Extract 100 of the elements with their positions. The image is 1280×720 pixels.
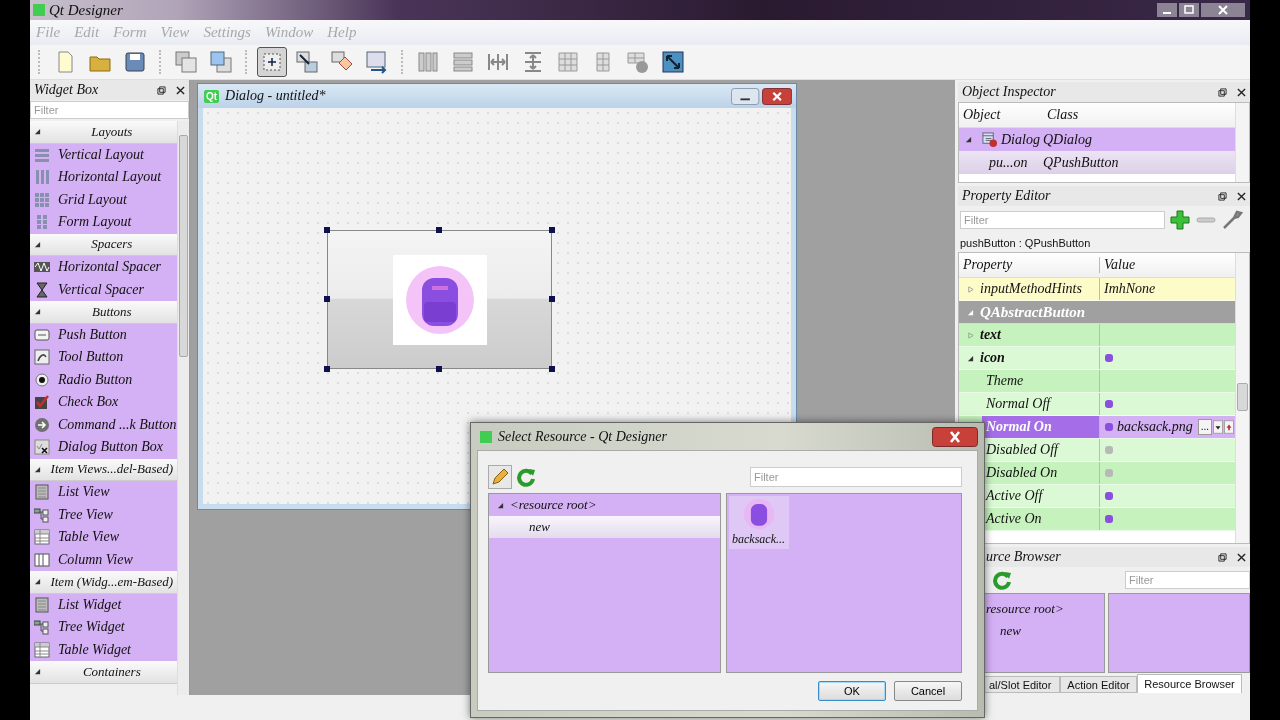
category-header[interactable]: Item Views...del-Based) bbox=[30, 458, 177, 481]
object-label: pushButton : QPushButton bbox=[959, 236, 1092, 251]
widget-item[interactable]: Column View bbox=[30, 548, 177, 571]
widget-item[interactable]: Table View bbox=[30, 526, 177, 549]
widget-item[interactable]: List Widget bbox=[30, 593, 177, 616]
property-row[interactable]: inputMethodHints ImhNone bbox=[959, 278, 1235, 301]
filter-field[interactable]: Filter bbox=[30, 101, 189, 119]
property-row[interactable]: Normal On backsack.png ... bbox=[959, 416, 1235, 439]
dialog-button[interactable]: Cancel bbox=[894, 681, 962, 701]
resource-thumbnail[interactable]: backsack... bbox=[728, 496, 789, 549]
column-header[interactable]: Property bbox=[959, 257, 1099, 273]
tab[interactable]: Resource Browser bbox=[1137, 674, 1242, 693]
float-icon[interactable] bbox=[157, 85, 166, 95]
widget-item[interactable]: Horizontal Layout bbox=[30, 166, 177, 189]
maximize-icon[interactable] bbox=[1179, 3, 1199, 17]
widget-item[interactable]: Horizontal Spacer bbox=[30, 256, 177, 279]
close-icon[interactable] bbox=[1237, 552, 1246, 562]
float-icon[interactable] bbox=[1218, 87, 1227, 97]
tool-button-icon bbox=[34, 349, 50, 366]
widget-item[interactable]: Tool Button bbox=[30, 346, 177, 369]
pencil-icon[interactable] bbox=[488, 465, 512, 489]
minimize-icon[interactable] bbox=[1157, 3, 1177, 17]
close-icon[interactable] bbox=[761, 87, 792, 105]
expand-triangle-icon[interactable] bbox=[34, 128, 41, 136]
checkbox-icon bbox=[34, 394, 50, 411]
expand-triangle-icon[interactable] bbox=[965, 136, 972, 143]
widget-item[interactable]: Form Layout bbox=[30, 211, 177, 234]
widget-item[interactable]: Radio Button bbox=[30, 368, 177, 391]
reload-icon[interactable] bbox=[992, 570, 1012, 590]
column-header[interactable]: Object bbox=[959, 107, 1043, 123]
tree-row[interactable]: Dialog QDialog bbox=[959, 128, 1235, 151]
expand-triangle-icon[interactable] bbox=[34, 465, 41, 473]
filter-field[interactable]: Filter bbox=[750, 467, 962, 487]
property-row[interactable]: text bbox=[959, 324, 1235, 347]
expand-triangle-icon[interactable] bbox=[34, 240, 41, 248]
widget-item[interactable]: Vertical Layout bbox=[30, 143, 177, 166]
category-header[interactable]: Containers bbox=[30, 661, 177, 684]
close-icon[interactable] bbox=[1237, 191, 1246, 201]
button-box-icon bbox=[34, 439, 50, 456]
plus-icon[interactable] bbox=[1169, 209, 1191, 231]
expand-triangle-icon[interactable] bbox=[34, 308, 41, 316]
widget-item[interactable]: Vertical Spacer bbox=[30, 278, 177, 301]
resize-handle[interactable] bbox=[549, 296, 555, 302]
expand-triangle-icon[interactable] bbox=[497, 501, 504, 509]
tab[interactable]: Action Editor bbox=[1060, 676, 1137, 693]
category-header[interactable]: Layouts bbox=[30, 121, 177, 144]
resize-handle[interactable] bbox=[324, 366, 330, 372]
push-button[interactable] bbox=[327, 230, 552, 369]
object-name: Dialog bbox=[1001, 131, 1040, 148]
widget-item[interactable]: Push Button bbox=[30, 323, 177, 346]
browse-button[interactable]: ... bbox=[1197, 419, 1212, 435]
class-name: QDialog bbox=[1043, 131, 1092, 148]
close-icon[interactable] bbox=[1237, 87, 1246, 97]
selection-square-icon[interactable] bbox=[257, 47, 287, 77]
property-row[interactable]: Theme bbox=[959, 370, 1235, 393]
expand-triangle-icon[interactable] bbox=[34, 578, 41, 586]
dialog-button[interactable]: OK bbox=[818, 681, 886, 701]
category-header[interactable]: Buttons bbox=[30, 301, 177, 324]
expand-triangle-icon[interactable] bbox=[967, 354, 974, 362]
tree-row[interactable]: pu...on QPushButton bbox=[959, 151, 1235, 174]
wrench-icon[interactable] bbox=[1221, 209, 1243, 231]
widget-item[interactable]: Command ...k Button bbox=[30, 413, 177, 436]
property-name: Normal On bbox=[982, 416, 1099, 438]
property-row[interactable]: icon bbox=[959, 347, 1235, 370]
vertical-bars-icon bbox=[34, 169, 50, 186]
tree-item[interactable]: new bbox=[1000, 620, 1104, 642]
resize-handle[interactable] bbox=[436, 227, 442, 233]
tree-item[interactable]: resource root> bbox=[986, 598, 1104, 620]
widget-item[interactable]: Grid Layout bbox=[30, 188, 177, 211]
property-row[interactable]: Normal Off bbox=[959, 393, 1235, 416]
scrollbar[interactable] bbox=[1235, 103, 1249, 182]
resize-handle[interactable] bbox=[549, 227, 555, 233]
widget-item[interactable]: Check Box bbox=[30, 391, 177, 414]
float-icon[interactable] bbox=[1218, 191, 1227, 201]
widget-item[interactable]: Table Widget bbox=[30, 638, 177, 661]
close-icon[interactable] bbox=[176, 85, 185, 95]
tree-icon bbox=[34, 619, 50, 636]
column-header[interactable]: Class bbox=[1043, 107, 1079, 123]
resize-handle[interactable] bbox=[324, 227, 330, 233]
table-icon bbox=[34, 529, 50, 546]
widget-item[interactable]: Dialog Button Box bbox=[30, 436, 177, 459]
tree-item[interactable]: <resource root> bbox=[510, 495, 597, 515]
category-header[interactable]: Item (Widg...em-Based) bbox=[30, 571, 177, 594]
category-header[interactable]: Spacers bbox=[30, 233, 177, 256]
widget-item[interactable]: Tree View bbox=[30, 503, 177, 526]
filter-field[interactable]: Filter bbox=[1125, 571, 1250, 589]
filter-field[interactable]: Filter bbox=[960, 211, 1165, 229]
close-icon[interactable] bbox=[932, 426, 978, 447]
resize-handle[interactable] bbox=[324, 296, 330, 302]
resize-handle[interactable] bbox=[549, 366, 555, 372]
float-icon[interactable] bbox=[1218, 552, 1227, 562]
resize-handle[interactable] bbox=[436, 366, 442, 372]
widget-item[interactable]: List View bbox=[30, 481, 177, 504]
expand-triangle-icon[interactable] bbox=[34, 668, 41, 676]
widget-item[interactable]: Tree Widget bbox=[30, 616, 177, 639]
property-name: icon bbox=[980, 350, 1005, 366]
scrollbar[interactable] bbox=[1235, 253, 1249, 543]
horizontal-bars-icon bbox=[34, 146, 50, 163]
reload-icon[interactable] bbox=[516, 467, 536, 487]
property-name: Active Off bbox=[986, 488, 1043, 504]
